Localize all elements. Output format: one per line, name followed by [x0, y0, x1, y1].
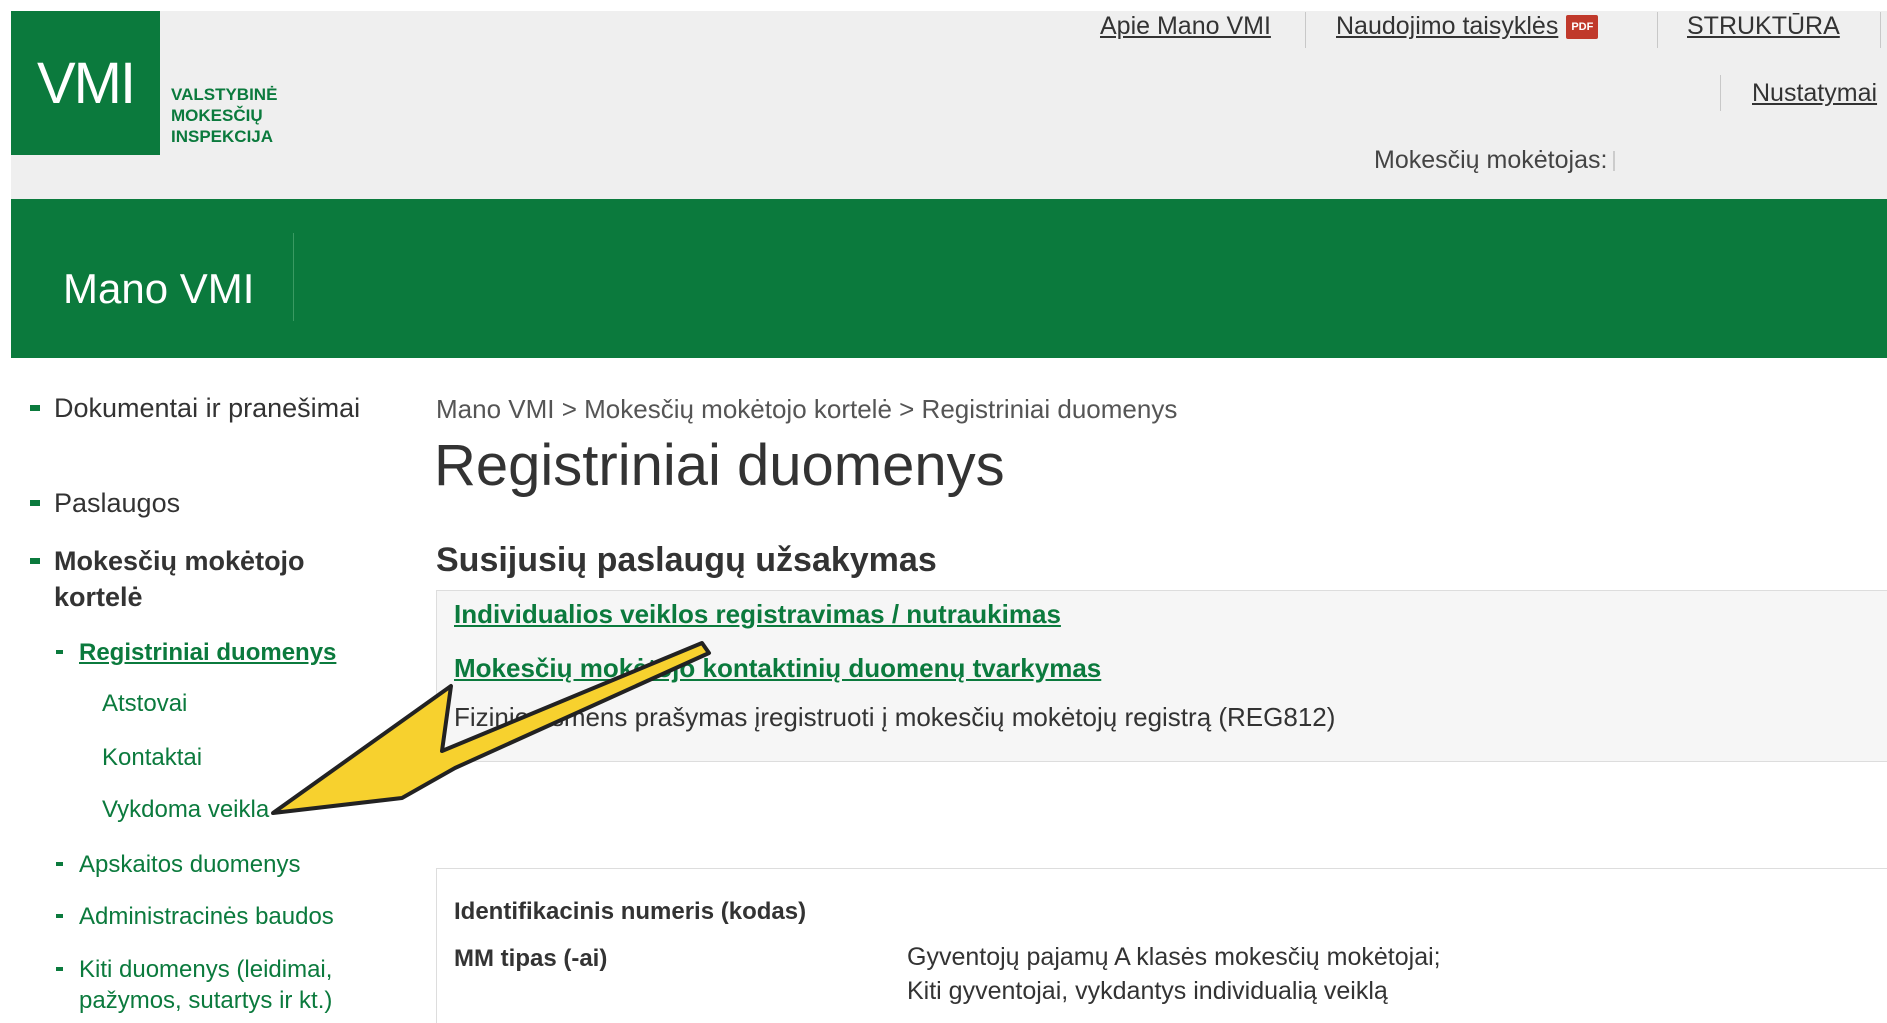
breadcrumb[interactable]: Mano VMI > Mokesčių mokėtojo kortelė > R… [436, 394, 1177, 425]
sidebar-item-label: Dokumentai ir pranešimai [54, 393, 361, 423]
sidebar-item-taxpayer-card[interactable]: Mokesčių mokėtojo kortelė [30, 543, 374, 615]
bullet-icon [56, 967, 63, 971]
registration-info-panel: Identifikacinis numeris (kodas) MM tipas… [436, 868, 1887, 1023]
sidebar-item-label: Paslaugos [54, 488, 181, 518]
sidebar-subsubitem-representatives[interactable]: Atstovai [102, 690, 187, 718]
rules-link[interactable]: Naudojimo taisyklės PDF [1336, 12, 1599, 41]
page-title: Registriniai duomenys [434, 433, 1005, 498]
divider [1720, 75, 1721, 111]
taxpayer-type-values: Gyventojų pajamų A klasės mokesčių mokėt… [907, 940, 1441, 1008]
sidebar-item-label: Mokesčių mokėtojo kortelė [54, 546, 305, 612]
taxpayer-info: Mokesčių mokėtojas: [1374, 146, 1616, 175]
sidebar-subitem-accounting-data[interactable]: Apskaitos duomenys [56, 849, 379, 880]
sidebar-subsubitem-contacts[interactable]: Kontaktai [102, 744, 202, 772]
bullet-icon [30, 500, 40, 506]
taxpayer-label: Mokesčių mokėtojas: [1374, 146, 1608, 174]
bullet-icon [56, 862, 63, 866]
id-number-label: Identifikacinis numeris (kodas) [454, 898, 807, 925]
sidebar-subsubitem-activity[interactable]: Vykdoma veikla [102, 796, 269, 824]
sidebar-subitem-label: Administracinės baudos [79, 903, 334, 930]
logo-line-1: VALSTYBINĖ [171, 85, 278, 104]
taxpayer-type-value: Gyventojų pajamų A klasės mokesčių mokėt… [907, 943, 1441, 971]
sidebar-item-documents[interactable]: Dokumentai ir pranešimai [30, 390, 374, 426]
logo-line-3: INSPEKCIJA [171, 127, 274, 146]
divider [1305, 12, 1306, 48]
sidebar-subitem-other-data[interactable]: Kiti duomenys (leidimai, pažymos, sutart… [56, 954, 379, 1016]
sidebar-item-services[interactable]: Paslaugos [30, 485, 374, 521]
banner-divider [293, 233, 294, 321]
pdf-icon: PDF [1566, 15, 1599, 40]
logo-abbr: VMI [36, 50, 136, 116]
sidebar-subitem-label: Apskaitos duomenys [79, 851, 301, 878]
taxpayer-value-placeholder [1613, 151, 1616, 172]
settings-link[interactable]: Nustatymai [1752, 79, 1877, 108]
bullet-icon [56, 650, 63, 654]
sidebar-subitem-admin-fines[interactable]: Administracinės baudos [56, 901, 379, 932]
taxpayer-type-label: MM tipas (-ai) [454, 945, 608, 972]
sidebar-subitem-label: Kiti duomenys (leidimai, pažymos, sutart… [79, 956, 333, 1014]
section-title: Susijusių paslaugų užsakymas [436, 541, 937, 579]
structure-link[interactable]: STRUKTŪRA [1687, 12, 1840, 41]
divider [1657, 12, 1658, 48]
bullet-icon [56, 914, 63, 918]
app-title[interactable]: Mano VMI [63, 265, 254, 313]
bullet-icon [30, 405, 40, 411]
rules-link-label: Naudojimo taisyklės [1336, 12, 1559, 40]
vmi-logo[interactable]: VMI [11, 11, 160, 155]
logo-line-2: MOKESČIŲ [171, 106, 263, 125]
divider [1880, 12, 1881, 48]
taxpayer-type-value: Kiti gyventojai, vykdantys individualią … [907, 977, 1388, 1005]
yellow-arrow-annotation-icon [271, 641, 711, 815]
bullet-icon [30, 558, 40, 564]
app-banner: Mano VMI [11, 199, 1887, 358]
logo-text: VALSTYBINĖ MOKESČIŲ INSPEKCIJA [171, 84, 311, 147]
about-link[interactable]: Apie Mano VMI [1100, 12, 1271, 41]
